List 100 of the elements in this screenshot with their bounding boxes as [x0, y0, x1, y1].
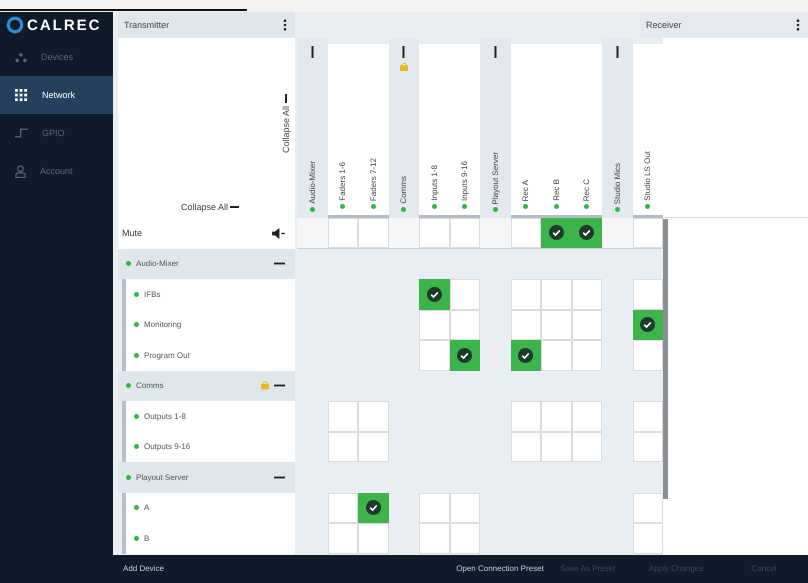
crosspoint-cell[interactable]: [632, 340, 663, 370]
channel-row-header[interactable]: Monitoring: [122, 310, 295, 340]
collapse-all-button[interactable]: Collapse All: [181, 202, 240, 212]
connected-crosspoint[interactable]: [572, 218, 602, 248]
crosspoint-cell[interactable]: [572, 310, 602, 340]
crosspoint-cell[interactable]: [510, 279, 541, 310]
collapse-icon[interactable]: [274, 476, 285, 479]
collapse-icon[interactable]: [402, 46, 406, 58]
crosspoint-cell[interactable]: [450, 218, 480, 248]
connected-crosspoint[interactable]: [510, 340, 541, 370]
column-label: Audio-Mixer: [308, 161, 317, 204]
crosspoint-cell[interactable]: [510, 310, 541, 340]
crosspoint-cell[interactable]: [328, 218, 358, 248]
crosspoint-cell[interactable]: [419, 523, 450, 554]
crosspoint-cell[interactable]: [632, 492, 663, 523]
channel-column-header[interactable]: Rec A: [510, 44, 541, 218]
crosspoint-cell[interactable]: [419, 492, 450, 523]
more-icon[interactable]: [283, 19, 287, 31]
connected-crosspoint[interactable]: [450, 340, 480, 370]
crosspoint-cell[interactable]: [632, 401, 663, 432]
collapse-icon[interactable]: [494, 46, 497, 58]
channel-row-header[interactable]: Outputs 1-8: [122, 401, 295, 432]
crosspoint-cell[interactable]: [328, 523, 358, 554]
group-row-header[interactable]: Audio-Mixer: [118, 248, 295, 279]
channel-row-header[interactable]: B: [122, 523, 295, 554]
crosspoint-cell[interactable]: [541, 279, 572, 310]
crosspoint-cell[interactable]: [541, 401, 572, 432]
crosspoint-cell[interactable]: [328, 432, 358, 462]
check-circle-icon: [366, 500, 381, 516]
group-column-header[interactable]: Audio-Mixer: [297, 38, 328, 218]
footer-button[interactable]: Add Device: [113, 563, 164, 575]
group-column-header[interactable]: Studio Mics: [602, 38, 632, 218]
more-icon[interactable]: [796, 19, 800, 31]
status-dot: [134, 292, 139, 297]
crosspoint-cell[interactable]: [419, 218, 450, 248]
connected-crosspoint[interactable]: [419, 279, 450, 310]
crosspoint-cell[interactable]: [510, 218, 541, 248]
crosspoint-cell[interactable]: [572, 279, 602, 310]
crosspoint-cell[interactable]: [572, 340, 602, 370]
status-dot: [401, 207, 406, 212]
crosspoint-cell[interactable]: [328, 401, 358, 432]
mute-row-header[interactable]: Mute: [118, 218, 295, 248]
row-label: Outputs 9-16: [144, 442, 190, 452]
footer-button[interactable]: Open Connection Preset: [456, 563, 544, 575]
crosspoint-cell[interactable]: [358, 523, 388, 554]
channel-column-header[interactable]: Rec C: [572, 44, 602, 218]
crosspoint-cell[interactable]: [419, 340, 450, 370]
status-dot: [134, 322, 139, 328]
connected-crosspoint[interactable]: [358, 492, 388, 523]
crosspoint-cell[interactable]: [572, 401, 602, 432]
crosspoint-cell[interactable]: [419, 310, 450, 340]
check-circle-icon: [640, 317, 656, 332]
channel-row-header[interactable]: Outputs 9-16: [122, 432, 295, 462]
speaker-icon[interactable]: [272, 228, 285, 239]
crosspoint-cell[interactable]: [328, 492, 358, 523]
collapse-icon[interactable]: [310, 46, 314, 58]
group-row-header[interactable]: Comms: [118, 370, 295, 401]
status-dot: [370, 204, 376, 209]
channel-row-header[interactable]: IFBs: [122, 279, 295, 310]
collapse-icon[interactable]: [274, 262, 285, 266]
group-row-header[interactable]: Playout Server: [118, 462, 295, 492]
crosspoint-cell[interactable]: [450, 310, 480, 340]
channel-column-header[interactable]: Faders 1-6: [328, 44, 358, 218]
crosspoint-cell[interactable]: [358, 432, 388, 462]
scrollbar[interactable]: [663, 219, 668, 499]
crosspoint-cell[interactable]: [632, 523, 663, 554]
collapse-icon[interactable]: [616, 46, 619, 58]
crosspoint-cell[interactable]: [541, 310, 572, 340]
nav-item[interactable]: Network: [0, 76, 113, 114]
channel-column-header[interactable]: Studio LS Out: [632, 44, 663, 218]
crosspoint-cell[interactable]: [541, 340, 572, 370]
crosspoint-cell[interactable]: [450, 523, 480, 554]
crosspoint-cell[interactable]: [632, 218, 663, 248]
check-circle-icon: [518, 348, 534, 363]
channel-column-header[interactable]: Rec B: [541, 44, 572, 218]
crosspoint-cell[interactable]: [541, 432, 572, 462]
connected-crosspoint[interactable]: [632, 310, 663, 340]
crosspoint-cell[interactable]: [450, 279, 480, 310]
crosspoint-cell[interactable]: [358, 218, 388, 248]
collapse-icon[interactable]: [274, 384, 285, 388]
crosspoint-cell[interactable]: [572, 432, 602, 462]
group-column-header[interactable]: Playout Server: [480, 38, 510, 218]
column-label: Playout Server: [490, 152, 500, 204]
status-dot: [310, 207, 315, 212]
channel-column-header[interactable]: Inputs 1-8: [419, 44, 450, 218]
collapse-all-button[interactable]: Collapse All: [281, 94, 291, 154]
crosspoint-cell[interactable]: [510, 432, 541, 462]
channel-column-header[interactable]: Inputs 9-16: [450, 44, 480, 218]
crosspoint-cell[interactable]: [510, 401, 541, 432]
crosspoint-cell[interactable]: [450, 492, 480, 523]
row-label: Audio-Mixer: [136, 259, 179, 268]
channel-column-header[interactable]: Faders 7-12: [358, 44, 388, 218]
crosspoint-cell[interactable]: [632, 279, 663, 310]
connected-crosspoint[interactable]: [541, 218, 572, 248]
channel-row-header[interactable]: Program Out: [122, 340, 295, 370]
group-column-header[interactable]: Comms: [388, 38, 419, 218]
crosspoint-cell[interactable]: [358, 401, 388, 432]
channel-row-header[interactable]: A: [122, 492, 295, 523]
status-dot: [134, 352, 139, 358]
crosspoint-cell[interactable]: [632, 432, 663, 462]
